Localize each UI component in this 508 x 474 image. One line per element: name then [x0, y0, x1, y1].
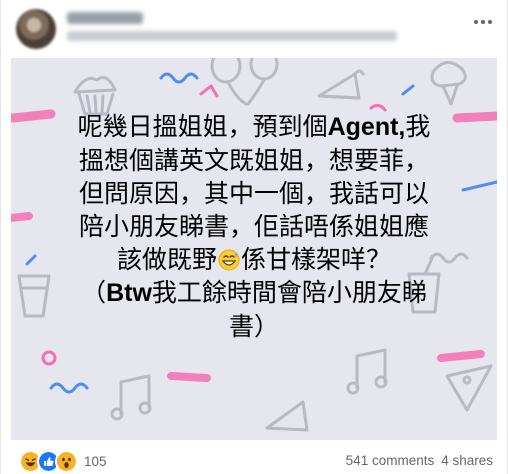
post-line: 搵想個講英文既姐姐，想要菲， [11, 144, 497, 177]
post-text-segment: 呢幾日搵姐姐，預到個 [77, 112, 328, 141]
post-text-bold: Btw [106, 279, 152, 307]
pizza-slice-doodle [445, 364, 493, 412]
post-text-segment: （ [81, 278, 107, 307]
post-text-segment: 係甘樣架咩？ [241, 245, 392, 274]
post-text-segment: 我工餘時間會陪小朋友睇 [151, 278, 427, 307]
cupcake-doodle [73, 76, 117, 116]
post-text-segment: 搵想個講英文既姐姐，想要菲， [78, 146, 429, 175]
post-line: （Btw我工餘時間會陪小朋友睇 [11, 276, 497, 310]
comments-count-link[interactable]: 541 comments [346, 453, 435, 468]
post-text-segment: 陪小朋友睇書，佢話唔係姐姐應 [78, 212, 429, 241]
post-text-segment: 該做既野 [116, 245, 217, 274]
author-avatar[interactable] [16, 9, 56, 49]
post-line: 書） [11, 310, 497, 343]
reactions-summary[interactable]: 105 [19, 450, 107, 473]
post-text-bold: Agent, [327, 113, 406, 141]
balloons-doodle [210, 58, 279, 106]
grinning-sweat-emoji [218, 249, 240, 271]
cake-slice-doodle [317, 69, 365, 100]
post-line: 呢幾日搵姐姐，預到個Agent,我 [11, 110, 497, 144]
ice-cream-doodle [430, 61, 467, 106]
wow-reaction-icon [55, 450, 78, 473]
engagement-stats: 541 comments 4 shares [346, 453, 493, 468]
post-text-background: 呢幾日搵姐姐，預到個Agent,我 搵想個講英文既姐姐，想要菲， 但問原因，其中… [11, 58, 497, 440]
post-header [1, 0, 508, 56]
post-line: 該做既野 係甘樣架咩？ [11, 243, 497, 276]
more-options-icon[interactable] [471, 12, 495, 32]
post-meta-blurred [67, 31, 397, 41]
shares-count-link[interactable]: 4 shares [441, 453, 493, 468]
post-text: 呢幾日搵姐姐，預到個Agent,我 搵想個講英文既姐姐，想要菲， 但問原因，其中… [11, 110, 497, 343]
post-line: 陪小朋友睇書，佢話唔係姐姐應 [11, 210, 497, 243]
post-line: 但問原因，其中一個，我話可以 [11, 177, 497, 210]
facebook-post-card: 呢幾日搵姐姐，預到個Agent,我 搵想個講英文既姐姐，想要菲， 但問原因，其中… [0, 0, 508, 474]
reaction-count[interactable]: 105 [84, 454, 107, 469]
music-notes-doodle [110, 374, 152, 421]
post-text-segment: 我 [405, 112, 431, 141]
author-name-blurred[interactable] [67, 12, 143, 24]
post-text-segment: 書） [228, 312, 279, 341]
post-footer: 105 541 comments 4 shares [1, 444, 508, 474]
post-text-segment: 但問原因，其中一個，我話可以 [78, 179, 429, 208]
